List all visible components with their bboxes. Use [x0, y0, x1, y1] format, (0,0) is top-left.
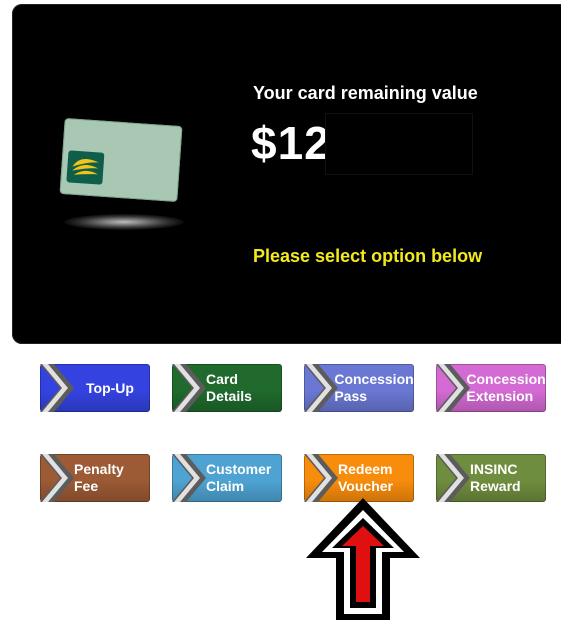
- chevron-right-icon: [40, 364, 74, 412]
- redeem-voucher-button[interactable]: Redeem Voucher: [304, 454, 414, 502]
- top-up-button[interactable]: Top-Up: [40, 364, 150, 412]
- card-logo-icon: [66, 150, 105, 185]
- button-label: Top-Up: [86, 379, 134, 396]
- chevron-right-icon: [40, 454, 74, 502]
- button-label: Card Details: [206, 371, 252, 404]
- chevron-right-icon: [304, 364, 338, 412]
- concession-pass-button[interactable]: Concession Pass: [304, 364, 414, 412]
- chevron-right-icon: [436, 364, 470, 412]
- insinc-reward-button[interactable]: INSINC Reward: [436, 454, 546, 502]
- chevron-right-icon: [304, 454, 338, 502]
- remaining-value-label: Your card remaining value: [253, 83, 478, 103]
- penalty-fee-button[interactable]: Penalty Fee: [40, 454, 150, 502]
- customer-claim-button[interactable]: Customer Claim: [172, 454, 282, 502]
- stored-value-card: [59, 117, 183, 203]
- button-label: Concession Extension: [466, 371, 546, 404]
- button-label: Redeem Voucher: [338, 461, 393, 494]
- chevron-right-icon: [172, 364, 206, 412]
- redaction-box: [326, 114, 472, 174]
- button-label: Penalty Fee: [74, 461, 124, 494]
- button-label: Customer Claim: [206, 461, 272, 494]
- card-reflection: [64, 214, 184, 230]
- card-info-panel: Your card remaining value $12 Please sel…: [12, 4, 561, 344]
- select-option-prompt: Please select option below: [253, 246, 483, 266]
- chevron-right-icon: [172, 454, 206, 502]
- up-arrow-icon: [306, 498, 420, 620]
- card-details-button[interactable]: Card Details: [172, 364, 282, 412]
- card-image: [52, 117, 192, 232]
- chevron-right-icon: [436, 454, 470, 502]
- concession-extension-button[interactable]: Concession Extension: [436, 364, 546, 412]
- button-label: INSINC Reward: [470, 461, 521, 494]
- button-label: Concession Pass: [334, 371, 414, 404]
- remaining-value-amount: $12: [251, 117, 331, 169]
